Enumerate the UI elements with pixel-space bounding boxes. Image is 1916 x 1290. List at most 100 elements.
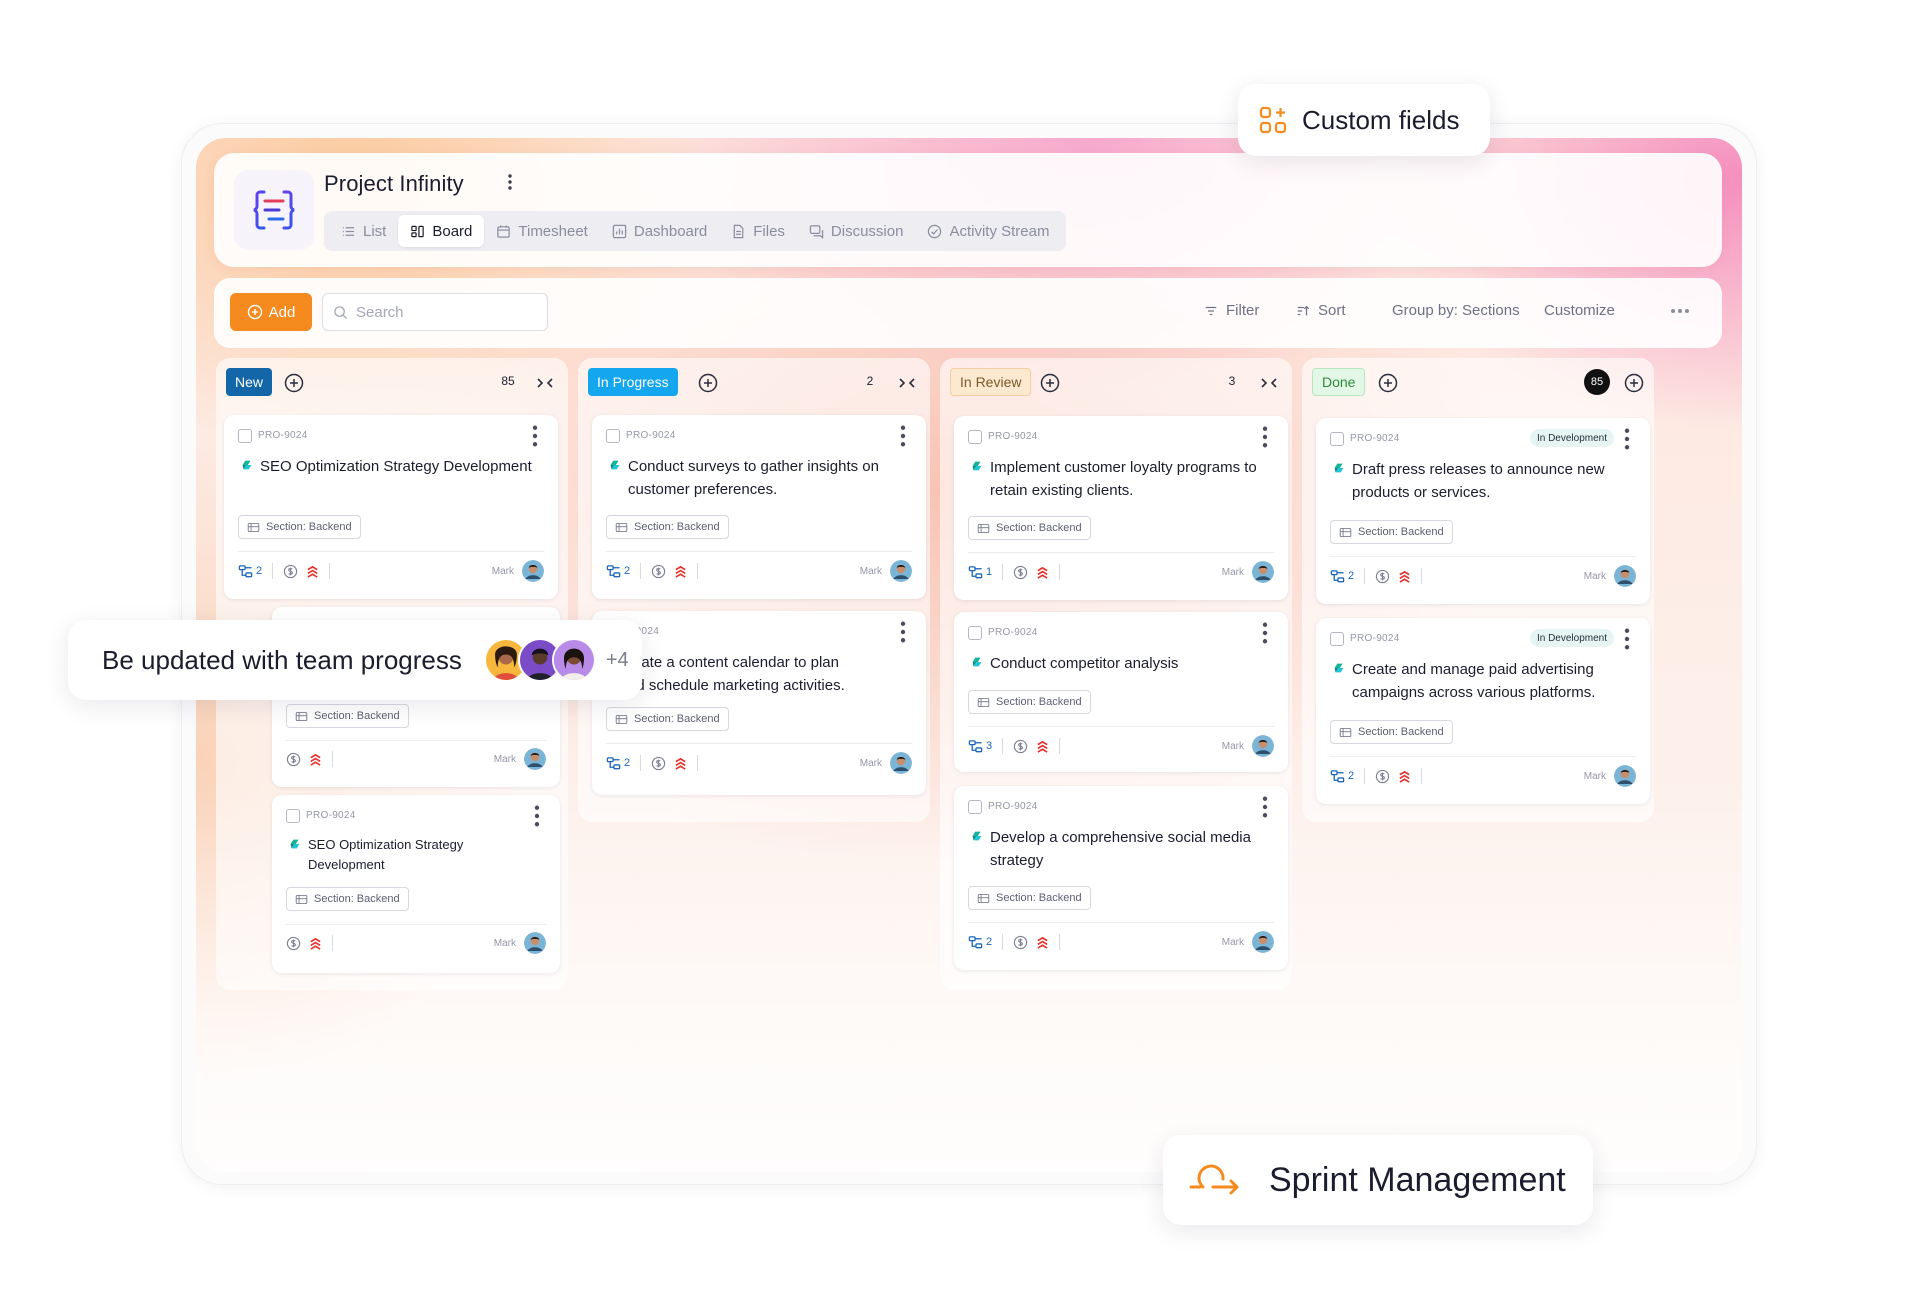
filter-icon: [1205, 306, 1217, 315]
assignee-name: Mark: [493, 753, 516, 765]
subtask-icon: [968, 565, 983, 580]
tab-files[interactable]: Files: [719, 215, 797, 247]
footer-separator: [1059, 934, 1061, 950]
task-card[interactable]: PRO-9024 Develop a comprehensive social …: [954, 786, 1288, 970]
task-title: Create and manage paid advertising campa…: [1352, 661, 1596, 701]
cost-icon[interactable]: [286, 936, 301, 951]
cost-icon[interactable]: [651, 564, 666, 579]
task-card[interactable]: PRO-9024 SEO Optimization Strategy Devel…: [272, 795, 560, 973]
collapse-column-icon[interactable]: [534, 372, 556, 394]
filter-button[interactable]: Filter: [1204, 302, 1259, 319]
task-card[interactable]: PRO-9024 Conduct surveys to gather insig…: [592, 415, 926, 599]
subtask-icon: [606, 564, 621, 579]
collapse-column-icon[interactable]: [1258, 372, 1280, 394]
priority-high-icon[interactable]: [674, 565, 687, 578]
subtask-count[interactable]: 3: [968, 739, 992, 754]
task-checkbox[interactable]: [606, 429, 620, 443]
assignee[interactable]: Mark: [1222, 561, 1274, 583]
card-menu-icon[interactable]: [898, 621, 908, 643]
group-by-button[interactable]: Group by: Sections: [1392, 302, 1520, 319]
cost-icon[interactable]: [1375, 769, 1390, 784]
task-card[interactable]: PRO-9024 Conduct competitor analysis Sec…: [954, 612, 1288, 772]
task-checkbox[interactable]: [968, 430, 982, 444]
assignee[interactable]: Mark: [1222, 931, 1274, 953]
more-options-icon[interactable]: [1670, 308, 1690, 314]
task-card[interactable]: PRO-9024 In Development Draft press rele…: [1316, 418, 1650, 604]
add-task-icon[interactable]: [1378, 373, 1398, 393]
priority-high-icon[interactable]: [309, 753, 322, 766]
subtask-count[interactable]: 2: [1330, 769, 1354, 784]
subtask-count[interactable]: 2: [238, 564, 262, 579]
task-card[interactable]: PRO-9024 In Development Create and manag…: [1316, 618, 1650, 804]
card-menu-icon[interactable]: [898, 425, 908, 447]
task-card[interactable]: -9024 reate a content calendar to plan n…: [592, 611, 926, 795]
assignee[interactable]: Mark: [860, 560, 912, 582]
add-button[interactable]: Add: [230, 293, 312, 331]
card-menu-icon[interactable]: [1622, 428, 1632, 450]
status-pill-in-review[interactable]: In Review: [950, 368, 1032, 396]
assignee[interactable]: Mark: [494, 932, 546, 954]
project-menu-icon[interactable]: [500, 167, 520, 197]
collapse-column-icon[interactable]: [896, 372, 918, 394]
subtask-count[interactable]: 2: [606, 564, 630, 579]
sort-button[interactable]: Sort: [1296, 302, 1346, 319]
priority-high-icon[interactable]: [674, 757, 687, 770]
priority-high-icon[interactable]: [1036, 936, 1049, 949]
cost-icon[interactable]: [283, 564, 298, 579]
cost-icon[interactable]: [1375, 569, 1390, 584]
card-divider: [606, 743, 912, 744]
subtask-count[interactable]: 1: [968, 565, 992, 580]
priority-high-icon[interactable]: [306, 565, 319, 578]
card-menu-icon[interactable]: [1260, 622, 1270, 644]
card-menu-icon[interactable]: [530, 425, 540, 447]
status-pill-done[interactable]: Done: [1312, 368, 1366, 396]
task-checkbox[interactable]: [968, 800, 982, 814]
cost-icon[interactable]: [1013, 935, 1028, 950]
add-task-icon[interactable]: [284, 373, 304, 393]
tab-list[interactable]: List: [329, 215, 398, 247]
add-task-icon[interactable]: [698, 373, 718, 393]
subtask-count[interactable]: 2: [968, 935, 992, 950]
assignee[interactable]: Mark: [492, 560, 544, 582]
priority-high-icon[interactable]: [1398, 770, 1411, 783]
priority-high-icon[interactable]: [1036, 566, 1049, 579]
card-menu-icon[interactable]: [532, 805, 542, 827]
add-task-icon[interactable]: [1624, 373, 1644, 393]
tab-dashboard[interactable]: Dashboard: [600, 215, 719, 247]
task-card[interactable]: PRO-9024 SEO Optimization Strategy Devel…: [224, 415, 558, 599]
cost-icon[interactable]: [286, 752, 301, 767]
tab-timesheet[interactable]: Timesheet: [484, 215, 599, 247]
search-input[interactable]: Search: [322, 293, 548, 331]
task-checkbox[interactable]: [286, 809, 300, 823]
add-task-icon[interactable]: [1040, 373, 1060, 393]
priority-high-icon[interactable]: [1398, 570, 1411, 583]
subtask-icon: [1330, 769, 1345, 784]
task-type-icon: [240, 458, 254, 472]
task-checkbox[interactable]: [1330, 632, 1344, 646]
task-card[interactable]: PRO-9024 Implement customer loyalty prog…: [954, 416, 1288, 600]
cost-icon[interactable]: [651, 756, 666, 771]
assignee[interactable]: Mark: [1222, 735, 1274, 757]
priority-high-icon[interactable]: [309, 937, 322, 950]
tab-discussion[interactable]: Discussion: [797, 215, 916, 247]
task-checkbox[interactable]: [238, 429, 252, 443]
card-menu-icon[interactable]: [1260, 796, 1270, 818]
customize-button[interactable]: Customize: [1544, 302, 1615, 319]
assignee[interactable]: Mark: [494, 748, 546, 770]
assignee[interactable]: Mark: [1584, 765, 1636, 787]
status-pill-new[interactable]: New: [226, 368, 273, 396]
task-checkbox[interactable]: [1330, 432, 1344, 446]
priority-high-icon[interactable]: [1036, 740, 1049, 753]
assignee[interactable]: Mark: [1584, 565, 1636, 587]
card-menu-icon[interactable]: [1260, 426, 1270, 448]
cost-icon[interactable]: [1013, 739, 1028, 754]
status-pill-in-progress[interactable]: In Progress: [588, 368, 678, 396]
task-checkbox[interactable]: [968, 626, 982, 640]
tab-board[interactable]: Board: [398, 215, 485, 247]
subtask-count[interactable]: 2: [606, 756, 630, 771]
card-menu-icon[interactable]: [1622, 628, 1632, 650]
assignee[interactable]: Mark: [860, 752, 912, 774]
cost-icon[interactable]: [1013, 565, 1028, 580]
subtask-count[interactable]: 2: [1330, 569, 1354, 584]
tab-activity-stream[interactable]: Activity Stream: [915, 215, 1061, 247]
